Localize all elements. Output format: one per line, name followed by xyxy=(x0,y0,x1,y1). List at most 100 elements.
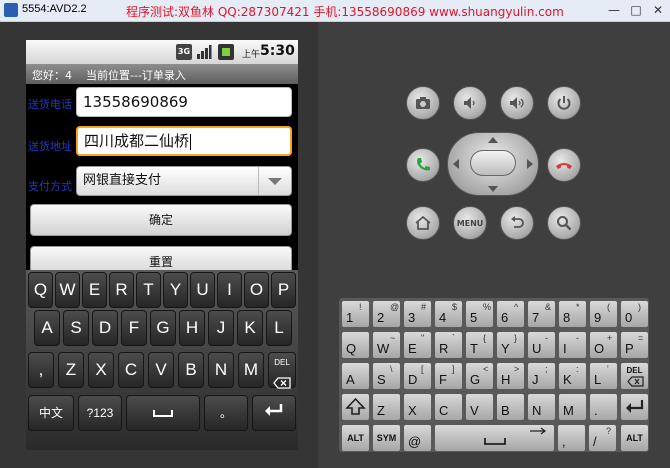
hw-key-2-1[interactable]: S \ xyxy=(372,362,401,390)
key-a[interactable]: A xyxy=(34,310,60,346)
hw-key-4-1[interactable]: SYM xyxy=(372,424,401,452)
dpad-left-icon[interactable] xyxy=(453,159,459,169)
volume-up-button[interactable] xyxy=(500,86,534,120)
hw-key-3-3[interactable]: C xyxy=(434,393,463,421)
hw-key-1-0[interactable]: Q xyxy=(341,331,370,359)
hw-key-4-5[interactable]: /? xyxy=(588,424,617,452)
dpad-center-button[interactable] xyxy=(470,150,516,176)
volume-down-button[interactable] xyxy=(453,86,487,120)
key-q[interactable]: Q xyxy=(28,272,53,308)
hw-key-2-2[interactable]: D[ xyxy=(403,362,432,390)
key-h[interactable]: H xyxy=(179,310,205,346)
hw-key-3-2[interactable]: X xyxy=(403,393,432,421)
hw-key-1-7[interactable]: I- xyxy=(558,331,587,359)
key-b[interactable]: B xyxy=(178,352,204,388)
hw-key-0-1[interactable]: 2 @ xyxy=(372,300,401,328)
hw-key-2-4[interactable]: G < xyxy=(465,362,494,390)
key-s[interactable]: S xyxy=(63,310,89,346)
hw-key-4-7[interactable]: ALT xyxy=(620,424,649,452)
space-key[interactable] xyxy=(126,395,200,431)
back-button[interactable] xyxy=(500,206,534,240)
hw-key-1-6[interactable]: U- xyxy=(527,331,556,359)
key-comma[interactable]: , xyxy=(28,352,54,388)
hw-key-3-1[interactable]: Z xyxy=(372,393,401,421)
key-m[interactable]: M xyxy=(238,352,264,388)
key-y[interactable]: Y xyxy=(163,272,188,308)
power-button[interactable] xyxy=(547,86,581,120)
key-o[interactable]: O xyxy=(244,272,269,308)
key-x[interactable]: X xyxy=(88,352,114,388)
hw-key-0-6[interactable]: 7 & xyxy=(527,300,556,328)
enter-key[interactable] xyxy=(252,395,296,431)
hw-key-2-0[interactable]: A xyxy=(341,362,370,390)
hw-key-1-1[interactable]: W ~ xyxy=(372,331,401,359)
key-k[interactable]: K xyxy=(237,310,263,346)
key-g[interactable]: G xyxy=(150,310,176,346)
hw-key-0-2[interactable]: 3 # xyxy=(403,300,432,328)
key-r[interactable]: R xyxy=(109,272,134,308)
key-f[interactable]: F xyxy=(121,310,147,346)
period-key[interactable]: 。 xyxy=(204,395,248,431)
hw-key-1-3[interactable]: R ` xyxy=(434,331,463,359)
hw-key-1-2[interactable]: E " xyxy=(403,331,432,359)
hw-key-2-6[interactable]: J; xyxy=(527,362,556,390)
hw-key-4-3[interactable] xyxy=(434,424,555,452)
hw-key-3-8[interactable]: . xyxy=(589,393,618,421)
phone-input[interactable]: 13558690869 xyxy=(76,87,292,117)
hw-key-2-8[interactable]: L ' xyxy=(589,362,618,390)
menu-button[interactable]: MENU xyxy=(453,206,487,240)
key-l[interactable]: L xyxy=(266,310,292,346)
key-j[interactable]: J xyxy=(208,310,234,346)
key-u[interactable]: U xyxy=(190,272,215,308)
key-z[interactable]: Z xyxy=(58,352,84,388)
payment-select[interactable]: 网银直接支付 xyxy=(76,166,292,196)
delete-key[interactable]: DEL xyxy=(268,352,296,389)
key-i[interactable]: I xyxy=(217,272,242,308)
hw-key-1-8[interactable]: O + xyxy=(589,331,618,359)
hw-key-3-7[interactable]: M xyxy=(558,393,587,421)
hw-key-3-4[interactable]: V xyxy=(465,393,494,421)
address-input[interactable]: 四川成都二仙桥 xyxy=(76,126,292,156)
hw-key-2-7[interactable]: K: xyxy=(558,362,587,390)
hw-key-3-6[interactable]: N xyxy=(527,393,556,421)
key-n[interactable]: N xyxy=(208,352,234,388)
hw-key-2-9[interactable]: DEL xyxy=(620,362,649,390)
hw-key-0-4[interactable]: 5% xyxy=(465,300,494,328)
key-d[interactable]: D xyxy=(92,310,118,346)
hw-key-0-8[interactable]: 9( xyxy=(589,300,618,328)
dpad-down-icon[interactable] xyxy=(488,186,498,192)
hw-key-4-4[interactable]: , xyxy=(557,424,586,452)
dpad-right-icon[interactable] xyxy=(527,159,533,169)
dpad-up-icon[interactable] xyxy=(488,137,498,143)
key-v[interactable]: V xyxy=(148,352,174,388)
hw-key-0-7[interactable]: 8 * xyxy=(558,300,587,328)
key-t[interactable]: T xyxy=(136,272,161,308)
key-e[interactable]: E xyxy=(82,272,107,308)
hw-key-3-5[interactable]: B xyxy=(496,393,525,421)
hw-key-4-2[interactable]: @ xyxy=(403,424,432,452)
confirm-button[interactable]: 确定 xyxy=(30,204,292,236)
minimize-button[interactable]: — xyxy=(604,2,624,19)
end-call-button[interactable] xyxy=(547,148,581,182)
key-p[interactable]: P xyxy=(271,272,296,308)
hw-key-0-5[interactable]: 6 ^ xyxy=(496,300,525,328)
hw-key-1-4[interactable]: T{ xyxy=(465,331,494,359)
camera-button[interactable] xyxy=(406,86,440,120)
hw-key-3-9[interactable] xyxy=(620,393,649,421)
hw-key-1-9[interactable]: P = xyxy=(620,331,649,359)
hw-key-1-5[interactable]: Y} xyxy=(496,331,525,359)
hw-key-0-9[interactable]: 0) xyxy=(620,300,649,328)
hw-key-4-0[interactable]: ALT xyxy=(341,424,370,452)
close-button[interactable]: ✕ xyxy=(648,2,668,19)
home-button[interactable] xyxy=(406,206,440,240)
hw-key-0-3[interactable]: 4 $ xyxy=(434,300,463,328)
key-w[interactable]: W xyxy=(55,272,80,308)
hw-key-2-3[interactable]: F] xyxy=(434,362,463,390)
call-button[interactable] xyxy=(406,148,440,182)
hw-key-3-0[interactable] xyxy=(341,393,370,421)
lang-key[interactable]: 中文 xyxy=(28,395,74,431)
hw-key-2-5[interactable]: H > xyxy=(496,362,525,390)
key-c[interactable]: C xyxy=(118,352,144,388)
maximize-button[interactable]: □ xyxy=(626,2,646,19)
search-button[interactable] xyxy=(547,206,581,240)
